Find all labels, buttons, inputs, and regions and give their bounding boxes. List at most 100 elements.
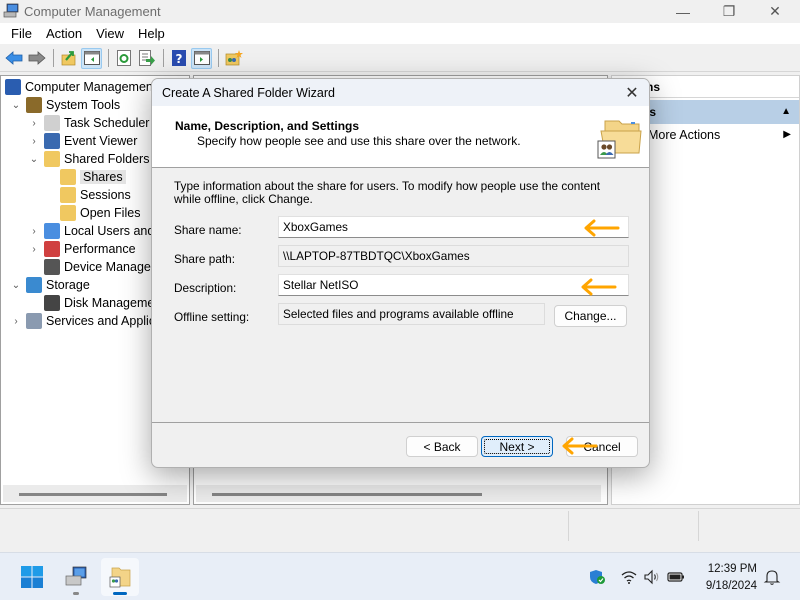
tree-item-label: Disk Management <box>64 296 165 310</box>
tree-item[interactable]: Computer Management <box>5 78 156 96</box>
tree-item-label: Open Files <box>80 206 141 220</box>
services-icon <box>26 313 42 329</box>
share-name-input[interactable]: XboxGames <box>278 216 629 238</box>
chevron-right-icon[interactable]: › <box>28 226 40 237</box>
tree-item[interactable]: › Event Viewer <box>28 132 137 150</box>
computer-management-icon <box>5 79 21 95</box>
windows-security-icon[interactable] <box>589 569 607 585</box>
dialog-title-bar: Create A Shared Folder Wizard ✕ <box>152 79 649 106</box>
minimize-button[interactable]: — <box>660 0 706 23</box>
next-button[interactable]: Next > <box>481 436 553 457</box>
show-hide-console-tree-button[interactable] <box>81 47 102 69</box>
share-name-label: Share name: <box>174 223 242 237</box>
chevron-down-icon[interactable]: ⌄ <box>10 280 22 291</box>
notifications-bell-icon[interactable] <box>763 569 781 585</box>
chevron-right-icon[interactable]: › <box>10 316 22 327</box>
scrollbar-thumb[interactable] <box>19 493 167 496</box>
help-button[interactable]: ? <box>168 48 189 69</box>
system-clock[interactable]: 12:39 PM 9/18/2024 <box>706 561 757 595</box>
menu-action[interactable]: Action <box>39 26 89 41</box>
up-one-level-button[interactable] <box>58 48 79 69</box>
tree-item-label: Computer Management <box>25 80 157 94</box>
local-users-icon <box>44 223 60 239</box>
wizard-step-subtitle: Specify how people see and use this shar… <box>197 134 521 148</box>
change-button[interactable]: Change... <box>554 305 627 327</box>
toolbar-separator <box>108 49 109 67</box>
toolbar: ? <box>0 45 800 72</box>
refresh-button[interactable] <box>113 48 134 69</box>
wifi-icon[interactable] <box>620 569 638 585</box>
chevron-right-icon[interactable]: › <box>28 244 40 255</box>
forward-button[interactable] <box>26 48 47 69</box>
menu-bar: File Action View Help <box>0 23 800 44</box>
active-indicator <box>113 592 127 595</box>
shared-folder-wizard-app-icon <box>109 567 131 588</box>
taskbar-shared-folder-wizard[interactable] <box>101 558 139 596</box>
open-files-icon <box>60 205 76 221</box>
shares-icon <box>60 169 76 185</box>
menu-help[interactable]: Help <box>131 26 172 41</box>
start-button[interactable] <box>13 558 51 596</box>
tree-item[interactable]: ⌄ Storage <box>10 276 90 294</box>
tree-item-label: Event Viewer <box>64 134 138 148</box>
tree-item[interactable]: Sessions <box>60 186 131 204</box>
running-indicator <box>73 592 79 595</box>
chevron-right-icon[interactable]: › <box>28 118 40 129</box>
results-horizontal-scrollbar[interactable] <box>196 485 601 502</box>
focus-ring <box>484 439 550 454</box>
tree-item-label: Storage <box>46 278 90 292</box>
tree-item[interactable]: Device Manager <box>28 258 155 276</box>
clock-date: 9/18/2024 <box>705 580 757 592</box>
forward-icon <box>28 51 46 65</box>
tree-item[interactable]: ⌄ System Tools <box>10 96 120 114</box>
dialog-close-button[interactable]: ✕ <box>621 82 643 104</box>
tree-item-label: Sessions <box>80 188 131 202</box>
tree-item-label: Device Manager <box>64 260 156 274</box>
close-window-button[interactable]: ✕ <box>752 0 798 23</box>
close-icon: ✕ <box>769 3 781 19</box>
wizard-step-title: Name, Description, and Settings <box>175 119 360 133</box>
submenu-arrow-icon: ▶ <box>783 129 791 140</box>
toolbar-separator <box>163 49 164 67</box>
wizard-instructions: Type information about the share for use… <box>174 179 601 206</box>
chevron-right-icon[interactable]: › <box>28 136 40 147</box>
system-tools-icon <box>26 97 42 113</box>
footer-divider <box>152 422 649 423</box>
tree-item[interactable]: › Performance <box>28 240 136 258</box>
scrollbar-thumb[interactable] <box>212 493 482 496</box>
tree-item[interactable]: ⌄ Shared Folders <box>28 150 149 168</box>
battery-icon[interactable] <box>667 569 685 585</box>
tree-item-label: System Tools <box>46 98 121 112</box>
description-input[interactable]: Stellar NetISO <box>278 274 629 296</box>
chevron-down-icon[interactable]: ⌄ <box>28 154 40 165</box>
new-share-button[interactable] <box>223 48 244 69</box>
annotation-arrow-icon <box>562 437 598 455</box>
tree-item[interactable]: Disk Management <box>28 294 165 312</box>
window-title: Computer Management <box>24 4 161 19</box>
taskbar-computer-management[interactable] <box>57 558 95 596</box>
back-button[interactable]: < Back <box>406 436 478 457</box>
tree-item[interactable]: › Task Scheduler <box>28 114 149 132</box>
menu-view[interactable]: View <box>89 26 131 41</box>
tree-item-label: Task Scheduler <box>64 116 150 130</box>
tree-horizontal-scrollbar[interactable] <box>3 485 187 502</box>
sessions-icon <box>60 187 76 203</box>
tree-item[interactable]: Open Files <box>60 204 140 222</box>
offline-setting-label: Offline setting: <box>174 310 250 324</box>
volume-icon[interactable] <box>643 569 661 585</box>
chevron-down-icon[interactable]: ⌄ <box>10 100 22 111</box>
help-icon: ? <box>171 50 186 66</box>
computer-management-app-icon <box>65 566 87 586</box>
event-viewer-icon <box>44 133 60 149</box>
maximize-button[interactable]: ❐ <box>706 0 752 23</box>
task-scheduler-icon <box>44 115 60 131</box>
export-list-button[interactable] <box>136 48 157 69</box>
show-hide-action-pane-button[interactable] <box>191 47 212 69</box>
annotation-arrow-icon <box>584 219 620 237</box>
tree-item[interactable]: Shares <box>60 168 126 186</box>
disk-management-icon <box>44 295 60 311</box>
menu-file[interactable]: File <box>4 26 39 41</box>
back-button[interactable] <box>3 48 24 69</box>
description-label: Description: <box>174 281 237 295</box>
computer-management-icon <box>3 3 19 18</box>
